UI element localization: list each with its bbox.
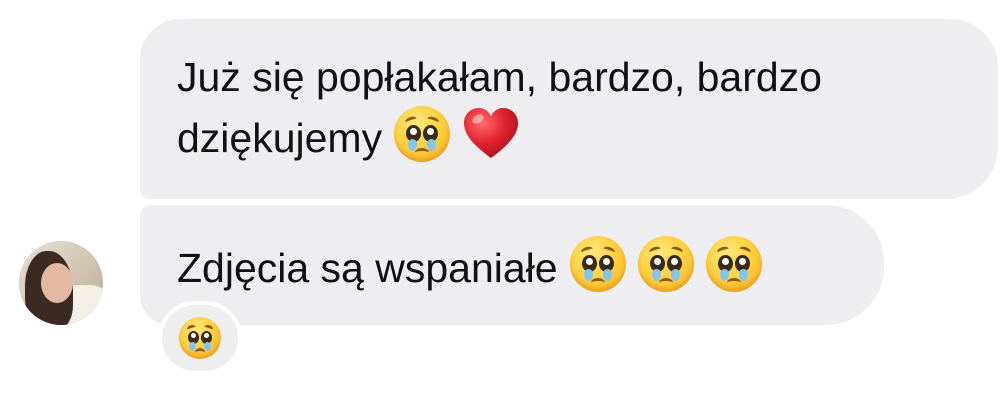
avatar[interactable] — [19, 241, 103, 325]
message-text: Zdjęcia są wspaniałe — [177, 245, 558, 291]
message-bubble[interactable]: Zdjęcia są wspaniałe — [140, 205, 884, 325]
chat-thread: Już się popłakałam, bardzo, bardzo dzięk… — [0, 0, 1004, 403]
message-text-line-with-emoji: dziękujemy — [177, 106, 962, 167]
pleading-face-icon — [637, 236, 694, 292]
message-bubble[interactable]: Już się popłakałam, bardzo, bardzo dzięk… — [140, 19, 998, 199]
message-text: dziękujemy — [177, 115, 383, 161]
message-reaction[interactable] — [158, 301, 242, 375]
pleading-face-icon — [179, 317, 221, 359]
message-text-line: Już się popłakałam, bardzo, bardzo — [177, 54, 822, 100]
pleading-face-icon — [394, 106, 451, 162]
red-heart-icon — [464, 108, 519, 158]
pleading-face-icon — [705, 236, 762, 292]
pleading-face-icon — [569, 236, 626, 292]
